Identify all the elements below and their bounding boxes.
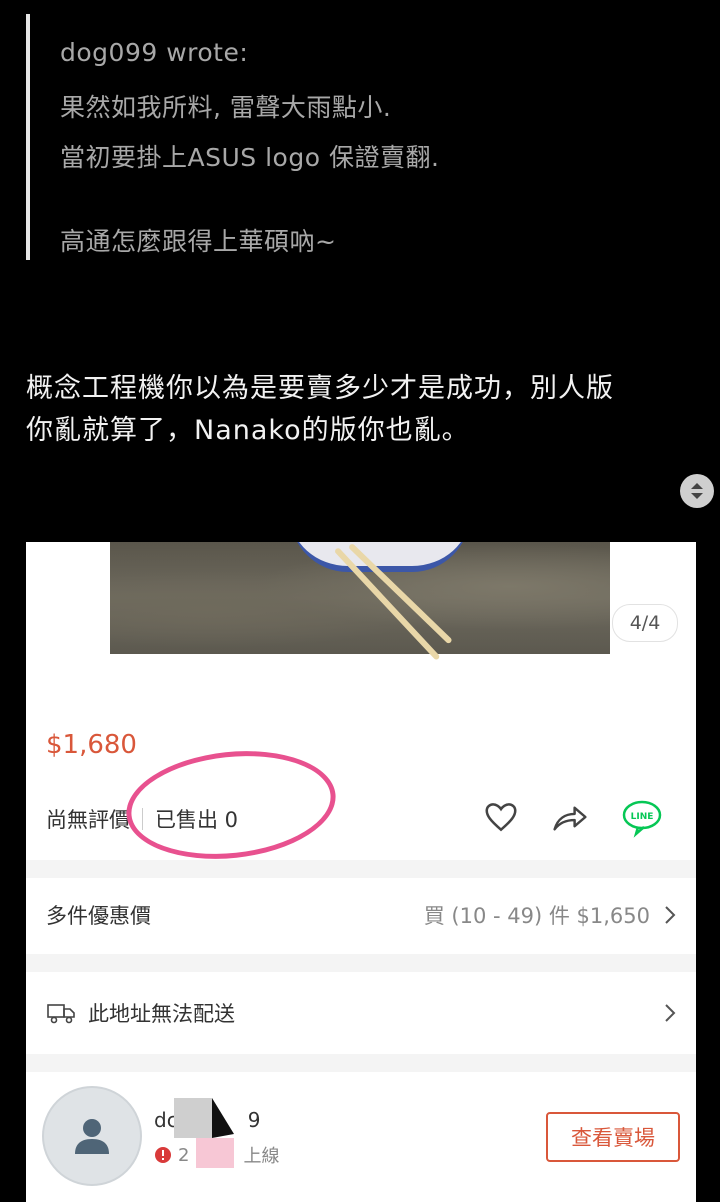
bulk-discount-row[interactable]: 多件優惠價 買 (10 - 49) 件 $1,650 (26, 878, 696, 952)
quote-line-4: 高通怎麼跟得上華碩吶~ (60, 227, 337, 256)
avatar[interactable] (42, 1086, 142, 1186)
bulk-discount-label: 多件優惠價 (46, 904, 151, 928)
chevron-right-icon (665, 906, 676, 924)
quote-author: dog099 wrote: (60, 38, 249, 67)
status-suffix: 上線 (243, 1146, 280, 1167)
rating-label: 尚無評價 (46, 808, 130, 832)
redaction-overlay (174, 1098, 234, 1168)
quote-line-2: 當初要掛上ASUS logo 保證賣翻. (60, 143, 440, 172)
seller-name-end: 9 (247, 1108, 261, 1132)
pink-circle-annotation (121, 741, 341, 869)
shipping-label: 此地址無法配送 (88, 1002, 235, 1026)
post-body: 概念工程機你以為是要賣多少才是成功，別人版 你亂就算了，Nanako的版你也亂。 (26, 368, 696, 452)
separator (26, 1054, 696, 1072)
quote-block: dog099 wrote: 果然如我所料, 雷聲大雨點小. 當初要掛上ASUS … (26, 14, 690, 260)
line-share-icon[interactable]: LINE (620, 798, 664, 842)
chevron-right-icon (665, 1004, 676, 1022)
bulk-discount-value: 買 (10 - 49) 件 $1,650 (423, 904, 650, 928)
image-pager: 4/4 (612, 604, 678, 642)
post-line-2: 你亂就算了，Nanako的版你也亂。 (26, 415, 470, 446)
user-icon (75, 1119, 109, 1154)
separator (26, 954, 696, 972)
quote-line-1: 果然如我所料, 雷聲大雨點小. (60, 93, 392, 122)
product-photo (110, 542, 610, 661)
bulk-discount-value-wrap: 買 (10 - 49) 件 $1,650 (424, 900, 680, 930)
line-icon-text: LINE (631, 812, 654, 822)
shipping-chevron-wrap (660, 1002, 680, 1024)
heart-icon[interactable] (482, 798, 520, 840)
share-icon[interactable] (550, 798, 590, 840)
alert-icon (155, 1147, 171, 1163)
post-line-1: 概念工程機你以為是要賣多少才是成功，別人版 (26, 373, 614, 404)
separator (26, 860, 696, 878)
bowl-image (290, 542, 470, 572)
scroll-toggle-icon[interactable] (680, 474, 714, 508)
view-shop-button[interactable]: 查看賣場 (546, 1112, 680, 1162)
truck-icon (46, 1001, 76, 1025)
product-price: $1,680 (46, 730, 137, 760)
shipping-row[interactable]: 此地址無法配送 (26, 976, 696, 1050)
embedded-screenshot: 4/4 $1,680 尚無評價 已售出 0 LINE 多件優惠價 買 (10 -… (26, 542, 696, 1202)
